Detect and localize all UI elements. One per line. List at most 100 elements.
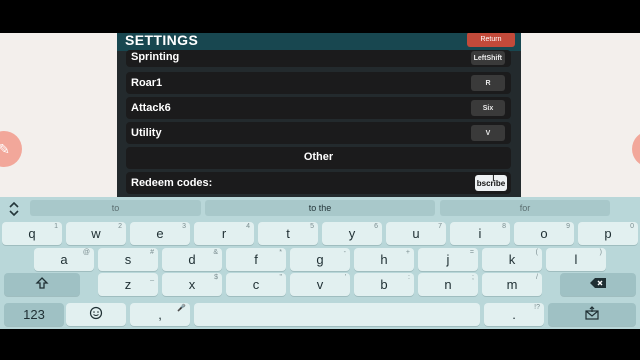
period-key[interactable]: . !?	[484, 303, 544, 326]
key-label: m	[506, 277, 518, 292]
setting-row-sprinting: Sprinting LeftShift	[126, 50, 511, 67]
pencil-icon: ✎	[0, 140, 10, 157]
key-label: x	[188, 277, 196, 292]
key-e[interactable]: e3	[130, 222, 190, 245]
key-alt-label: #	[150, 249, 154, 256]
key-alt-label: (	[535, 249, 538, 256]
key-alt-label: '	[344, 274, 346, 281]
key-label: i	[478, 226, 482, 241]
key-v[interactable]: v '	[290, 273, 350, 296]
settings-panel: SETTINGS Return Sprinting LeftShift Roar…	[117, 33, 521, 199]
key-j[interactable]: j =	[418, 248, 478, 271]
enter-key[interactable]	[548, 303, 636, 326]
key-label: k	[508, 252, 516, 267]
key-alt-label: )	[599, 249, 602, 256]
send-mail-icon	[584, 306, 600, 323]
key-label: v	[316, 277, 324, 292]
key-r[interactable]: r4	[194, 222, 254, 245]
key-label: e	[156, 226, 164, 241]
expand-collapse-icon[interactable]	[6, 201, 22, 217]
settings-title: SETTINGS	[125, 33, 199, 48]
key-q[interactable]: q1	[2, 222, 62, 245]
redeem-code-input[interactable]: bscribe I	[475, 173, 507, 191]
key-label: t	[286, 226, 290, 241]
key-label: j	[446, 252, 450, 267]
settings-header: SETTINGS Return	[117, 33, 521, 51]
suggestion-1[interactable]: to	[30, 200, 201, 216]
setting-label: Sprinting	[131, 51, 180, 63]
key-label: f	[254, 252, 258, 267]
suggestion-2[interactable]: to the	[205, 200, 435, 216]
key-alt-label: :	[408, 274, 410, 281]
key-alt-label: $	[214, 274, 218, 281]
space-key[interactable]	[194, 303, 480, 326]
backspace-key[interactable]	[560, 273, 636, 296]
comma-key[interactable]: , 🎤	[130, 303, 190, 326]
key-h[interactable]: h +	[354, 248, 414, 271]
key-g[interactable]: g-	[290, 248, 350, 271]
key-alt-label: 5	[310, 223, 314, 230]
key-alt-label: =	[469, 249, 474, 256]
key-a[interactable]: a @	[34, 248, 94, 271]
return-button[interactable]: Return	[467, 33, 515, 47]
key-label: n	[444, 277, 452, 292]
key-p[interactable]: p0	[578, 222, 638, 245]
keybind-button[interactable]: R	[471, 75, 505, 91]
key-z[interactable]: z _	[98, 273, 158, 296]
key-label: b	[380, 277, 388, 292]
key-label: h	[380, 252, 388, 267]
period-alt-label: !?	[534, 304, 540, 311]
key-label: c	[252, 277, 260, 292]
key-b[interactable]: b:	[354, 273, 414, 296]
suggestion-3[interactable]: for	[440, 200, 610, 216]
emoji-icon	[89, 306, 103, 323]
key-x[interactable]: x $	[162, 273, 222, 296]
key-y[interactable]: y6	[322, 222, 382, 245]
key-alt-label: ;	[472, 274, 474, 281]
microphone-icon: 🎤	[177, 305, 186, 312]
key-w[interactable]: w2	[66, 222, 126, 245]
key-l[interactable]: l)	[546, 248, 606, 271]
key-label: r	[221, 226, 227, 241]
key-alt-label: 4	[246, 223, 250, 230]
key-alt-label: *	[279, 249, 282, 256]
key-n[interactable]: n;	[418, 273, 478, 296]
key-label: d	[188, 252, 196, 267]
shift-icon	[35, 276, 49, 293]
keybind-button[interactable]: Six	[471, 100, 505, 116]
key-d[interactable]: d &	[162, 248, 222, 271]
key-u[interactable]: u7	[386, 222, 446, 245]
key-label: z	[124, 277, 132, 292]
key-alt-label: -	[343, 249, 346, 256]
key-k[interactable]: k(	[482, 248, 542, 271]
key-s[interactable]: s #	[98, 248, 158, 271]
key-alt-label: /	[536, 274, 538, 281]
key-o[interactable]: o9	[514, 222, 574, 245]
side-right-button[interactable]	[632, 131, 640, 167]
redeem-codes-row: Redeem codes: bscribe I	[126, 172, 511, 194]
numbers-key[interactable]: 123	[4, 303, 64, 326]
section-title: Other	[303, 151, 334, 163]
key-alt-label: @	[82, 249, 90, 256]
key-c[interactable]: c "	[226, 273, 286, 296]
key-alt-label: 9	[566, 223, 570, 230]
key-label: w	[91, 226, 101, 241]
key-alt-label: 2	[118, 223, 122, 230]
key-i[interactable]: i8	[450, 222, 510, 245]
setting-row-attack6: Attack6 Six	[126, 97, 511, 119]
keybind-button[interactable]: LeftShift	[470, 51, 505, 65]
key-alt-label: 1	[54, 223, 58, 230]
key-t[interactable]: t5	[258, 222, 318, 245]
redeem-code-value: bscribe	[476, 178, 506, 188]
keybind-button[interactable]: V	[471, 125, 505, 141]
emoji-key[interactable]	[66, 303, 126, 326]
setting-row-utility: Utility V	[126, 122, 511, 144]
key-alt-label: 0	[630, 223, 634, 230]
shift-key[interactable]	[4, 273, 80, 296]
side-edit-button[interactable]: ✎	[0, 131, 22, 167]
setting-label: Roar1	[131, 77, 163, 89]
key-alt-label: 3	[182, 223, 186, 230]
key-m[interactable]: m /	[482, 273, 542, 296]
key-f[interactable]: f *	[226, 248, 286, 271]
key-alt-label: 6	[374, 223, 378, 230]
